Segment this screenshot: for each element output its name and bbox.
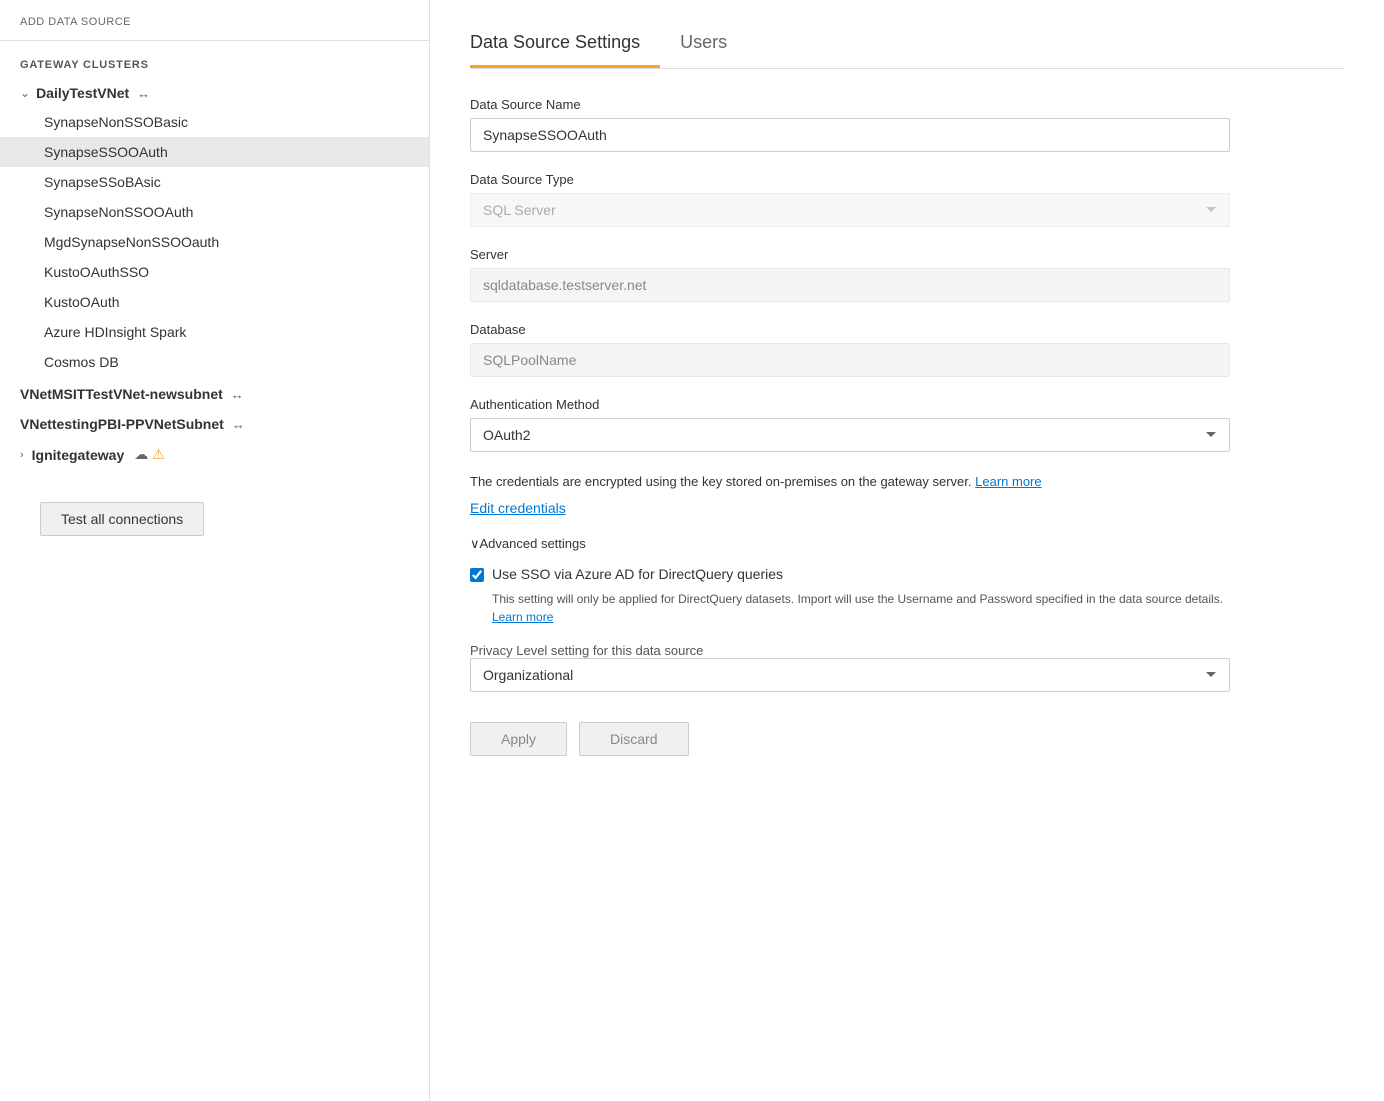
warning-icon: ⚠ (152, 446, 165, 463)
datasource-item-cosmos-db[interactable]: Cosmos DB (0, 347, 429, 377)
chevron-right-icon: › (20, 449, 24, 461)
network-icon: ↔ (137, 86, 150, 101)
gateway-clusters-label: GATEWAY CLUSTERS (0, 41, 429, 79)
learn-more-link-sso[interactable]: Learn more (492, 610, 553, 624)
advanced-settings-toggle[interactable]: ∨Advanced settings (470, 536, 1230, 552)
network-icon-3: ↔ (232, 417, 245, 432)
database-label: Database (470, 322, 1230, 337)
form-section: Data Source Name Data Source Type SQL Se… (470, 97, 1230, 786)
datasource-type-label: Data Source Type (470, 172, 1230, 187)
sso-checkbox-label: Use SSO via Azure AD for DirectQuery que… (492, 566, 783, 582)
sidebar-content: ⌄ DailyTestVNet ↔ SynapseNonSSOBasic Syn… (0, 79, 429, 1101)
action-buttons: Apply Discard (470, 722, 1230, 786)
privacy-select[interactable]: Organizational None Private Public (470, 658, 1230, 692)
form-group-advanced: ∨Advanced settings Use SSO via Azure AD … (470, 536, 1230, 692)
form-group-credentials: The credentials are encrypted using the … (470, 472, 1230, 516)
form-group-auth-method: Authentication Method OAuth2 Basic Windo… (470, 397, 1230, 452)
apply-button[interactable]: Apply (470, 722, 567, 756)
auth-method-label: Authentication Method (470, 397, 1230, 412)
sso-description: This setting will only be applied for Di… (492, 590, 1230, 626)
privacy-label: Privacy Level setting for this data sour… (470, 643, 703, 658)
cloud-icon: ☁ (134, 446, 148, 463)
edit-credentials-link[interactable]: Edit credentials (470, 500, 1230, 516)
form-group-database: Database SQLPoolName (470, 322, 1230, 377)
test-connections-button[interactable]: Test all connections (40, 502, 204, 536)
datasource-item-kusto-oauth[interactable]: KustoOAuth (0, 287, 429, 317)
sidebar: ADD DATA SOURCE GATEWAY CLUSTERS ⌄ Daily… (0, 0, 430, 1101)
tab-data-source-settings[interactable]: Data Source Settings (470, 20, 660, 68)
discard-button[interactable]: Discard (579, 722, 688, 756)
cluster-name-vnet-testing: VNettestingPBI-PPVNetSubnet (20, 416, 224, 432)
database-value: SQLPoolName (470, 343, 1230, 377)
network-icon-2: ↔ (231, 387, 244, 402)
form-group-datasource-type: Data Source Type SQL Server (470, 172, 1230, 227)
cluster-name-vnet-msit: VNetMSITTestVNet-newsubnet (20, 386, 223, 402)
datasource-item-synapse-non-ssoo-auth[interactable]: SynapseNonSSOOAuth (0, 197, 429, 227)
add-datasource-label: ADD DATA SOURCE (20, 16, 131, 28)
datasource-item-kusto-oauth-sso[interactable]: KustoOAuthSSO (0, 257, 429, 287)
tabs: Data Source Settings Users (470, 0, 1344, 69)
datasource-item-synapse-non-sso-basic[interactable]: SynapseNonSSOBasic (0, 107, 429, 137)
form-group-datasource-name: Data Source Name (470, 97, 1230, 152)
server-value: sqldatabase.testserver.net (470, 268, 1230, 302)
sso-checkbox[interactable] (470, 568, 484, 582)
tab-users[interactable]: Users (680, 20, 747, 68)
cluster-header-ignite[interactable]: › Ignitegateway ☁ ⚠ (0, 439, 429, 470)
cluster-header-vnet-msit[interactable]: VNetMSITTestVNet-newsubnet ↔ (0, 379, 429, 409)
datasource-item-synapse-ssoo-auth[interactable]: SynapseSSOOAuth (0, 137, 429, 167)
form-group-server: Server sqldatabase.testserver.net (470, 247, 1230, 302)
cluster-children-daily-test-vnet: SynapseNonSSOBasic SynapseSSOOAuth Synap… (0, 107, 429, 377)
datasource-name-label: Data Source Name (470, 97, 1230, 112)
learn-more-link-credentials[interactable]: Learn more (975, 474, 1041, 489)
form-group-privacy: Privacy Level setting for this data sour… (470, 642, 1230, 692)
cluster-group-daily-test-vnet: ⌄ DailyTestVNet ↔ SynapseNonSSOBasic Syn… (0, 79, 429, 377)
cluster-name-ignite: Ignitegateway (32, 447, 125, 463)
datasource-item-mgd-synapse[interactable]: MgdSynapseNonSSOOauth (0, 227, 429, 257)
sso-checkbox-row: Use SSO via Azure AD for DirectQuery que… (470, 566, 1230, 582)
chevron-down-icon: ⌄ (20, 86, 30, 100)
datasource-type-select: SQL Server (470, 193, 1230, 227)
server-label: Server (470, 247, 1230, 262)
cluster-header-vnet-testing[interactable]: VNettestingPBI-PPVNetSubnet ↔ (0, 409, 429, 439)
cluster-header-daily-test-vnet[interactable]: ⌄ DailyTestVNet ↔ (0, 79, 429, 107)
top-bar: ADD DATA SOURCE (0, 0, 429, 41)
datasource-name-input[interactable] (470, 118, 1230, 152)
credentials-text: The credentials are encrypted using the … (470, 472, 1230, 492)
main-content: Data Source Settings Users Data Source N… (430, 0, 1384, 1101)
datasource-item-azure-hd-insight[interactable]: Azure HDInsight Spark (0, 317, 429, 347)
datasource-item-synapse-ssob-asic[interactable]: SynapseSSoBAsic (0, 167, 429, 197)
cluster-name-daily-test-vnet: DailyTestVNet (36, 85, 129, 101)
auth-method-select[interactable]: OAuth2 Basic Windows (470, 418, 1230, 452)
